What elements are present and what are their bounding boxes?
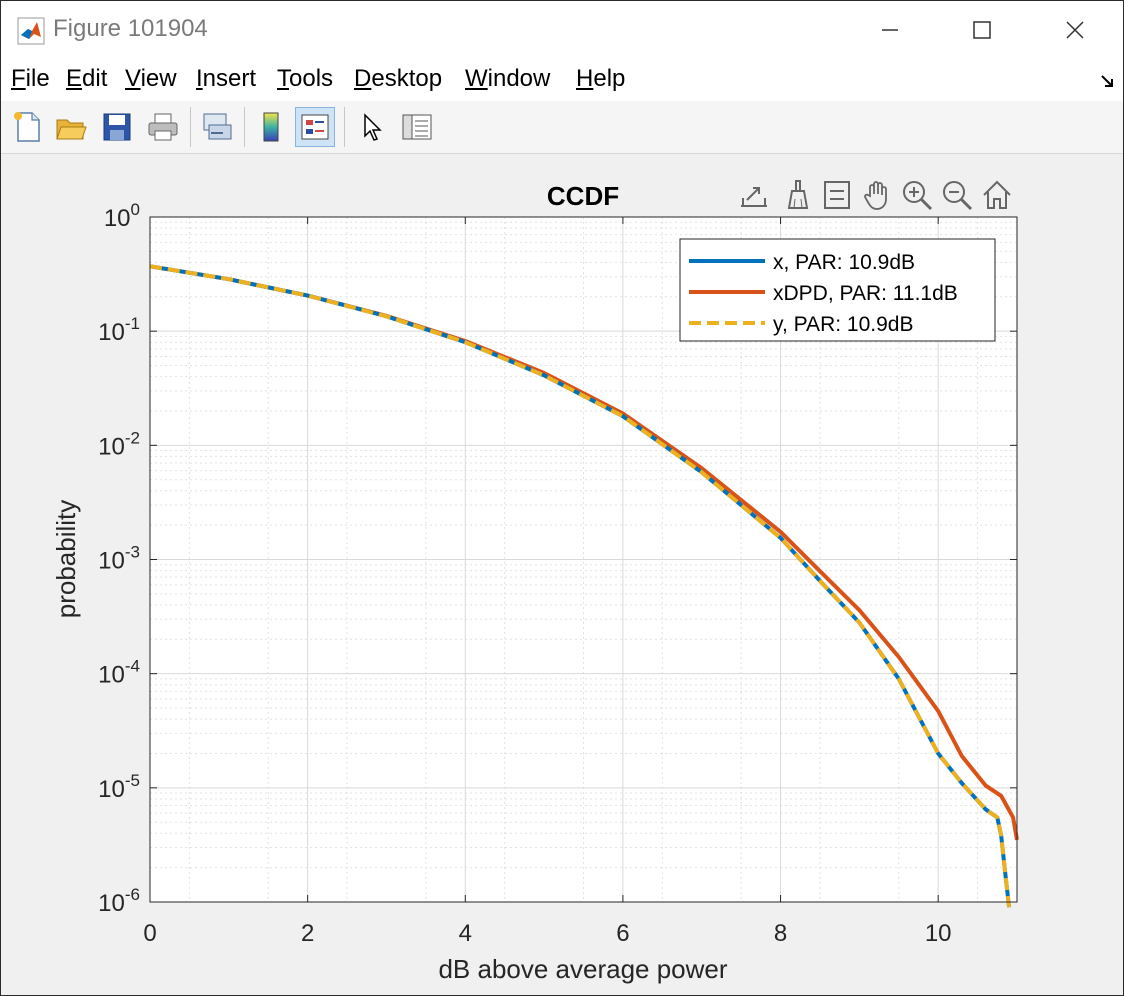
x-tick-label: 0 <box>143 920 156 947</box>
home-button[interactable] <box>979 177 1015 213</box>
y-tick-labels: 100 10-1 10-2 10-3 10-4 10-5 10-6 <box>98 200 140 917</box>
data-tips-button[interactable] <box>819 177 855 213</box>
y-tick-label: 10-2 <box>98 428 140 460</box>
zoom-out-icon <box>943 181 973 211</box>
zoom-in-icon <box>903 181 933 211</box>
legend-label-x: x, PAR: 10.9dB <box>773 251 915 274</box>
zoom-out-button[interactable] <box>939 177 975 213</box>
y-tick-label: 10-1 <box>98 314 140 346</box>
data-tips-icon <box>824 181 850 209</box>
legend-label-xdpd: xDPD, PAR: 11.1dB <box>773 282 958 305</box>
brush-button[interactable] <box>780 177 816 213</box>
pan-icon <box>864 181 887 210</box>
x-axis-label: dB above average power <box>438 954 727 984</box>
x-tick-label: 2 <box>301 920 314 947</box>
legend-label-y: y, PAR: 10.9dB <box>773 313 913 336</box>
y-axis-label: probability <box>51 500 81 619</box>
pan-button[interactable] <box>859 177 895 213</box>
ccdf-chart: 0 2 4 6 8 10 100 10-1 10-2 10-3 10-4 10-5 10-6 CCDF… <box>51 181 1019 984</box>
x-tick-label: 4 <box>459 920 472 947</box>
zoom-in-button[interactable] <box>899 177 935 213</box>
brush-icon <box>787 180 809 209</box>
y-tick-label: 10-5 <box>98 771 140 803</box>
x-tick-label: 8 <box>774 920 787 947</box>
home-icon <box>983 180 1011 209</box>
legend[interactable]: x, PAR: 10.9dB xDPD, PAR: 11.1dB y, PAR:… <box>679 238 996 342</box>
export-icon <box>741 187 767 207</box>
x-tick-labels: 0 2 4 6 8 10 <box>143 920 951 947</box>
y-tick-label: 10-4 <box>98 657 140 689</box>
chart-title: CCDF <box>547 181 619 211</box>
export-button[interactable] <box>736 177 772 213</box>
y-tick-label: 10-3 <box>98 543 140 575</box>
y-tick-label: 100 <box>104 200 140 232</box>
y-tick-label: 10-6 <box>98 885 140 917</box>
figure-window: Figure 101904 File Edit View Insert Tool… <box>0 0 1124 996</box>
x-tick-label: 6 <box>616 920 629 947</box>
x-tick-label: 10 <box>925 920 952 947</box>
